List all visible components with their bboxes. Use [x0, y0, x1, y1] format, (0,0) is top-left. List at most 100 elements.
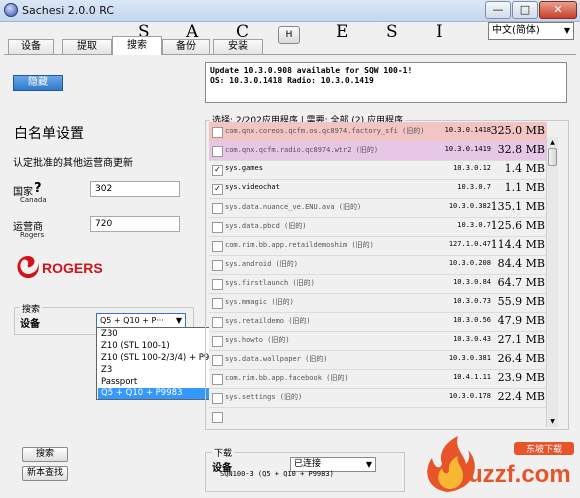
country-code-input[interactable]: 302: [90, 181, 180, 197]
app-size: 64.7 MB: [497, 276, 545, 289]
app-row[interactable]: sys.data.pbcd (旧的) 10.3.0.7 125.6 MB: [209, 217, 547, 237]
app-row[interactable]: com.rim.bb.app.retaildemoshim (旧的) 127.1.…: [209, 236, 547, 256]
chevron-down-icon: ▼: [365, 460, 372, 469]
app-row[interactable]: com.qnx.coreos.qcfm.os.qc8974.factory_sf…: [209, 122, 547, 142]
app-version: 10.3.0.73: [453, 297, 491, 305]
app-version: 10.3.0.7: [457, 183, 491, 191]
app-checkbox[interactable]: [212, 279, 223, 290]
app-row[interactable]: sys.retaildemo (旧的) 10.3.0.56 47.9 MB: [209, 312, 547, 332]
app-row[interactable]: com.qnx.qcfm.radio.qc8974.wtr2 (旧的) 10.3.…: [209, 141, 547, 161]
tab-install[interactable]: 安装: [213, 39, 263, 54]
country-name: Canada: [20, 196, 47, 204]
app-size: 32.8 MB: [497, 143, 545, 156]
app-name: com.qnx.qcfm.radio.qc8974.wtr2 (旧的): [225, 146, 379, 154]
app-name: sys.settings (旧的): [225, 393, 303, 401]
scrollbar[interactable]: ▲ ▼: [546, 137, 558, 427]
app-checkbox[interactable]: [212, 336, 223, 347]
app-row[interactable]: [209, 407, 547, 426]
app-version: 127.1.0.47: [448, 240, 491, 248]
search-group-label: 搜索: [20, 302, 43, 315]
device-select[interactable]: Q5 + Q10 + P··· ▼: [96, 313, 186, 328]
download-status: 已连接: [294, 459, 322, 469]
app-checkbox[interactable]: [212, 241, 223, 252]
app-checkbox[interactable]: [212, 260, 223, 271]
app-size: 27.1 MB: [497, 333, 545, 346]
app-checkbox[interactable]: [212, 127, 223, 138]
watermark-top-text: 东坡下载: [526, 443, 562, 455]
app-row[interactable]: ✓ sys.games 10.3.0.12 1.4 MB: [209, 160, 547, 180]
device-option-z30[interactable]: Z30: [98, 329, 211, 340]
rogers-swirl-icon: [17, 256, 39, 279]
app-checkbox[interactable]: [212, 393, 223, 404]
app-name: sys.retaildemo (旧的): [225, 317, 311, 325]
title-bar: Sachesi 2.0.0 RC — □ ✕: [0, 0, 580, 22]
app-row[interactable]: sys.android (旧的) 10.3.0.208 84.4 MB: [209, 255, 547, 275]
app-checkbox[interactable]: ✓: [212, 184, 223, 195]
tab-divider: [4, 54, 576, 55]
device-option-z10-stl1001[interactable]: Z10 (STL 100-1): [98, 341, 211, 352]
app-size: 47.9 MB: [497, 314, 545, 327]
device-select-value: Q5 + Q10 + P···: [100, 316, 164, 325]
new-search-button[interactable]: 新本查找: [22, 466, 68, 481]
carrier-code-input[interactable]: 720: [90, 216, 180, 232]
app-row[interactable]: sys.firstlaunch (旧的) 10.3.0.84 64.7 MB: [209, 274, 547, 294]
app-row[interactable]: sys.mmagic (旧的) 10.3.0.73 55.9 MB: [209, 293, 547, 313]
app-name: com.qnx.coreos.qcfm.os.qc8974.factory_sf…: [225, 127, 425, 135]
app-version: 10.3.0.12: [453, 164, 491, 172]
device-option-z10-stl1002[interactable]: Z10 (STL 100-2/3/4) + P9982: [98, 353, 211, 364]
tab-extract[interactable]: 提取: [62, 39, 112, 54]
app-version: 10.3.0.381: [448, 354, 491, 362]
app-checkbox[interactable]: [212, 374, 223, 385]
header-letter-e: E: [336, 22, 349, 42]
app-checkbox[interactable]: [212, 412, 223, 423]
app-name: sys.android (旧的): [225, 260, 299, 268]
header-h-button[interactable]: H: [278, 26, 300, 44]
app-checkbox[interactable]: [212, 298, 223, 309]
device-option-z3[interactable]: Z3: [98, 365, 211, 376]
app-name: sys.games: [225, 164, 263, 172]
scroll-up-icon[interactable]: ▲: [547, 137, 558, 148]
app-size: 135.1 MB: [490, 200, 545, 213]
app-size: 1.1 MB: [504, 181, 545, 194]
tab-device[interactable]: 设备: [8, 39, 54, 54]
maximize-button[interactable]: □: [512, 1, 538, 19]
close-button[interactable]: ✕: [539, 1, 577, 19]
app-checkbox[interactable]: [212, 203, 223, 214]
app-row[interactable]: sys.data.wallpaper (旧的) 10.3.0.381 26.4 MB: [209, 350, 547, 370]
update-line-2: OS: 10.3.0.1418 Radio: 10.3.0.1419: [210, 76, 374, 85]
app-checkbox[interactable]: [212, 146, 223, 157]
scroll-thumb[interactable]: [548, 148, 557, 166]
app-checkbox[interactable]: [212, 355, 223, 366]
app-row[interactable]: sys.settings (旧的) 10.3.0.178 22.4 MB: [209, 388, 547, 408]
help-icon: ?: [34, 181, 42, 196]
connected-device-info: SQN100-3 (Q5 + Q10 + P9983): [220, 470, 334, 478]
app-version: 10.3.0.208: [448, 259, 491, 267]
app-row[interactable]: ✓ sys.videochat 10.3.0.7 1.1 MB: [209, 179, 547, 199]
device-option-q5-q10-p9983[interactable]: Q5 + Q10 + P9983: [98, 388, 211, 399]
app-version: 10.3.0.1418: [444, 126, 491, 134]
app-size: 23.9 MB: [497, 371, 545, 384]
app-name: sys.videochat: [225, 183, 280, 191]
app-version: 10.3.0.7: [457, 221, 491, 229]
app-version: 10.3.0.56: [453, 316, 491, 324]
app-checkbox[interactable]: ✓: [212, 165, 223, 176]
app-row[interactable]: com.rim.bb.app.facebook (旧的) 10.4.1.11 23.…: [209, 369, 547, 389]
app-checkbox[interactable]: [212, 222, 223, 233]
update-line-1: Update 10.3.0.908 available for SQW 100-…: [210, 66, 413, 75]
hide-button[interactable]: 隐藏: [13, 75, 63, 91]
minimize-button[interactable]: —: [485, 1, 511, 19]
tab-backup[interactable]: 备份: [162, 39, 210, 54]
app-size: 125.6 MB: [490, 219, 545, 232]
language-select[interactable]: 中文(简体) ▼: [488, 22, 574, 40]
device-option-passport[interactable]: Passport: [98, 377, 211, 388]
app-name: com.rim.bb.app.facebook (旧的): [225, 374, 349, 382]
app-size: 84.4 MB: [497, 257, 545, 270]
scroll-down-icon[interactable]: ▼: [547, 416, 558, 427]
app-row[interactable]: sys.data.nuance_ve.ENU.ava (旧的) 10.3.0.38…: [209, 198, 547, 218]
tab-search[interactable]: 搜索: [112, 36, 162, 55]
device-label: 设备: [20, 319, 40, 330]
app-checkbox[interactable]: [212, 317, 223, 328]
app-size: 1.4 MB: [504, 162, 545, 175]
search-button[interactable]: 搜索: [22, 447, 68, 462]
app-row[interactable]: sys.howto (旧的) 10.3.0.43 27.1 MB: [209, 331, 547, 351]
